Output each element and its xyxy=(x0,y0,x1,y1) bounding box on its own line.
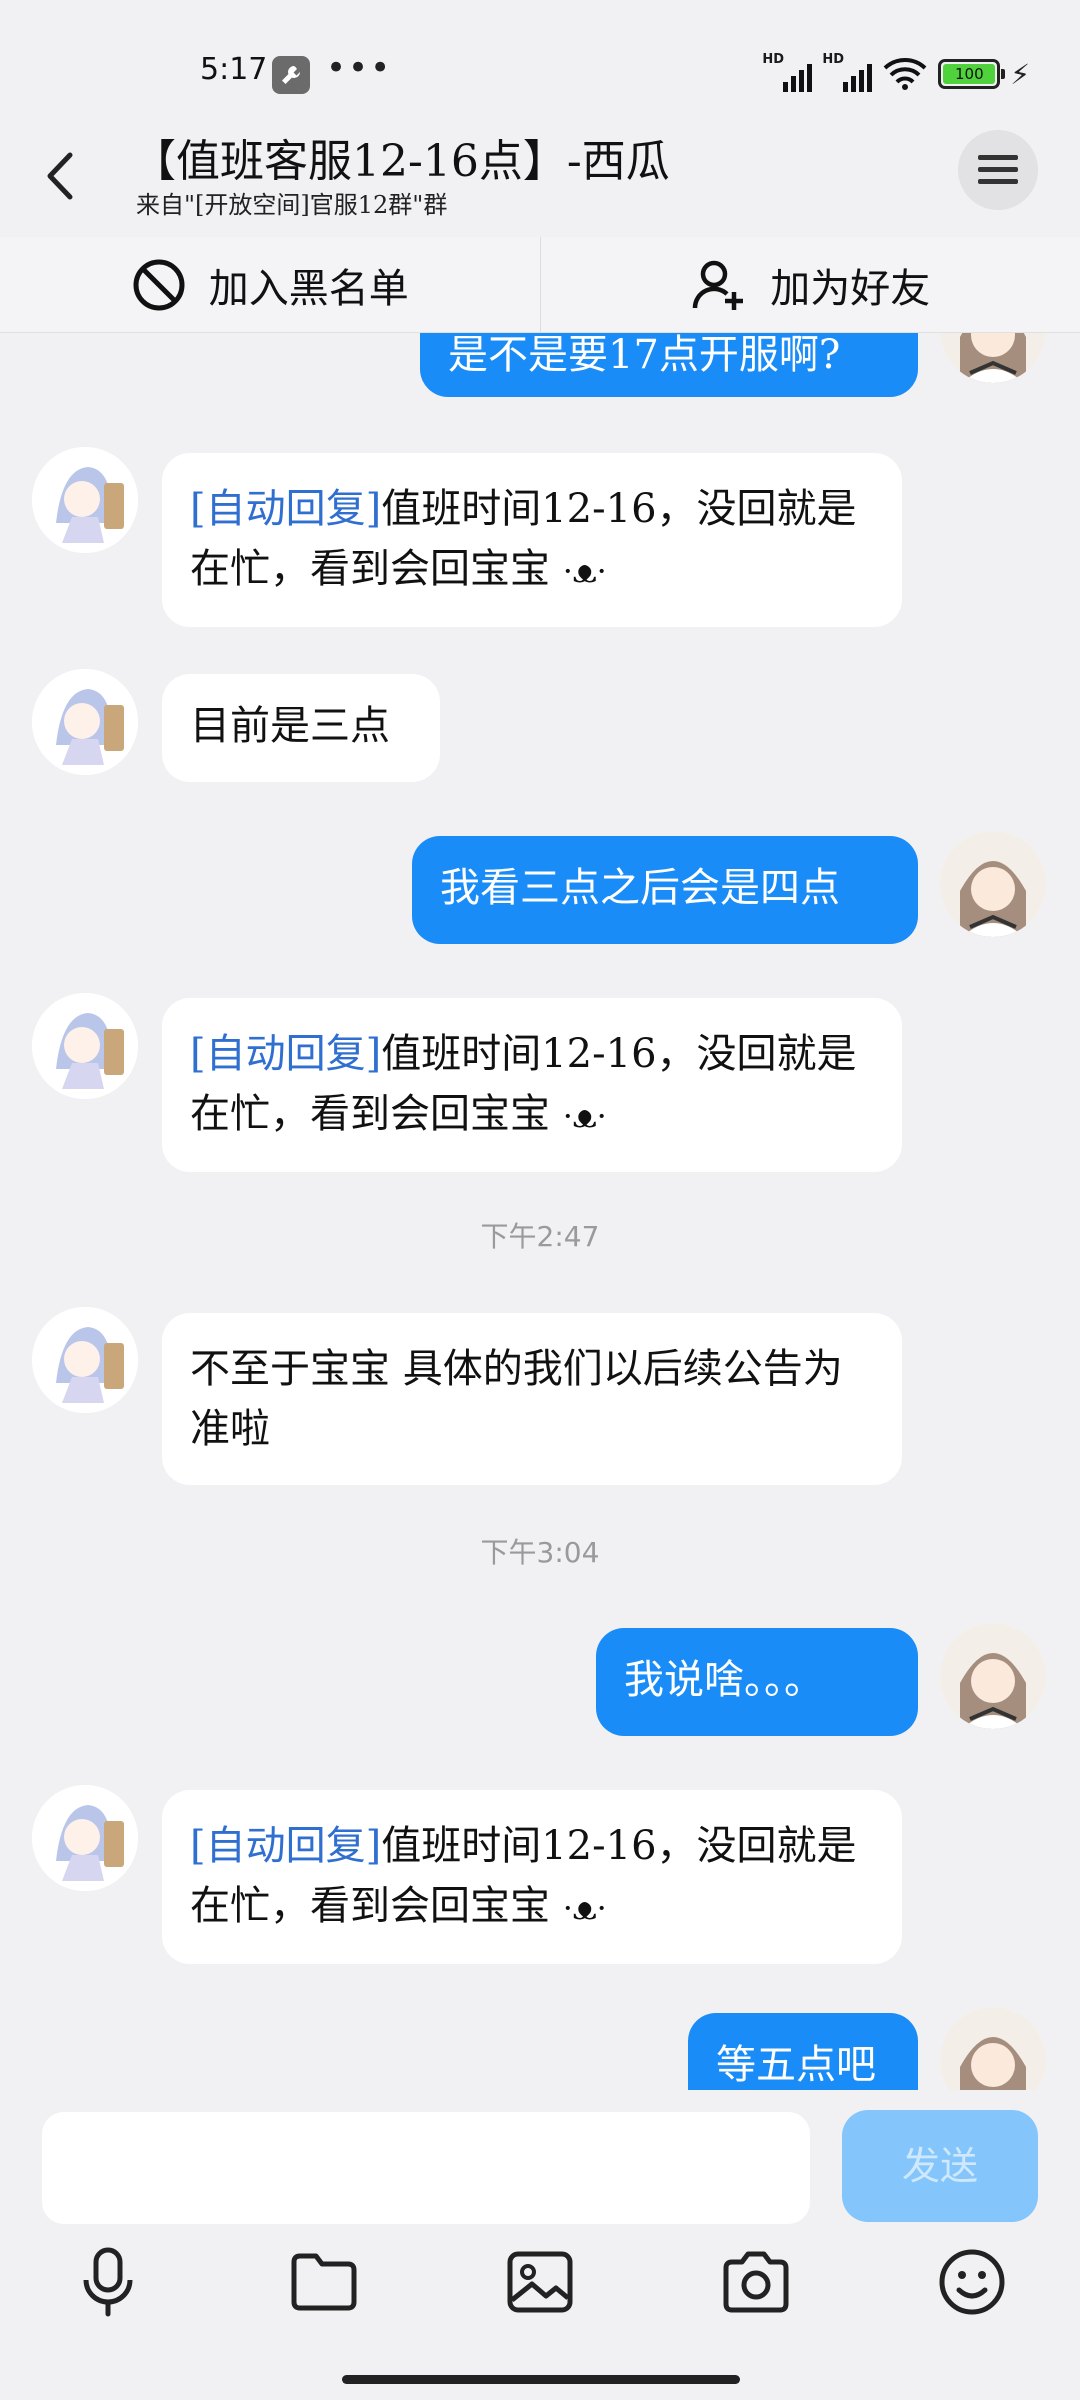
message-timestamp: 下午3:04 xyxy=(480,1536,600,1569)
contact-avatar[interactable] xyxy=(32,669,138,775)
battery-level: 100 xyxy=(943,64,996,84)
message-text: 目前是三点 xyxy=(190,703,390,749)
emoji: ·ᴥ· xyxy=(562,552,607,590)
contact-avatar[interactable] xyxy=(32,1785,138,1891)
home-indicator[interactable] xyxy=(342,2375,740,2384)
back-button[interactable] xyxy=(36,141,86,211)
emoji-button[interactable] xyxy=(932,2242,1012,2322)
message-timestamp: 下午2:47 xyxy=(480,1220,600,1253)
auto-reply-tag: [自动回复] xyxy=(190,1031,382,1077)
message-bubble-outgoing[interactable]: 等五点吧 xyxy=(688,2013,918,2090)
menu-button[interactable] xyxy=(958,130,1038,210)
image-icon xyxy=(507,2251,573,2313)
add-friend-label: 加为好友 xyxy=(770,265,931,312)
wrench-icon xyxy=(272,56,310,94)
message-input[interactable] xyxy=(42,2112,810,2224)
status-icons: HD HD 100 ⚡ xyxy=(762,52,1030,94)
chat-subtitle: 来自"[开放空间]官服12群"群 xyxy=(136,191,448,219)
message-bubble-incoming[interactable]: 不至于宝宝 具体的我们以后续公告为准啦 xyxy=(162,1313,902,1485)
contact-avatar[interactable] xyxy=(32,1307,138,1413)
battery-icon: 100 xyxy=(938,59,1006,89)
input-toolbar xyxy=(0,2242,1080,2342)
blacklist-label: 加入黑名单 xyxy=(208,265,409,312)
auto-reply-tag: [自动回复] xyxy=(190,486,382,532)
voice-button[interactable] xyxy=(68,2242,148,2322)
my-avatar[interactable] xyxy=(940,1623,1046,1729)
hd-label-2: HD xyxy=(822,52,844,67)
camera-button[interactable] xyxy=(716,2242,796,2322)
hamburger-menu-icon xyxy=(978,155,1018,184)
block-icon xyxy=(133,259,185,310)
message-text: 我看三点之后会是四点 xyxy=(440,865,840,911)
input-area: 发送 xyxy=(0,2090,1080,2400)
emoji: ·ᴥ· xyxy=(562,1889,607,1927)
signal-icon: HD xyxy=(762,52,813,92)
status-time: 5:17 xyxy=(200,52,268,87)
message-bubble-outgoing[interactable]: 我看三点之后会是四点 xyxy=(412,836,918,944)
chevron-left-icon xyxy=(47,152,73,200)
chat-title: 【值班客服12-16点】-西瓜 xyxy=(132,136,670,187)
message-bubble-incoming[interactable]: [自动回复]值班时间12-16，没回就是在忙，看到会回宝宝 ·ᴥ· xyxy=(162,998,902,1172)
auto-reply-tag: [自动回复] xyxy=(190,1823,382,1869)
add-user-icon xyxy=(692,260,744,310)
file-button[interactable] xyxy=(284,2242,364,2322)
add-to-blacklist-button[interactable]: 加入黑名单 xyxy=(0,237,540,332)
image-button[interactable] xyxy=(500,2242,580,2322)
microphone-icon xyxy=(83,2247,133,2317)
hd-label: HD xyxy=(762,52,784,67)
contact-avatar[interactable] xyxy=(32,447,138,553)
emoji: ·ᴥ· xyxy=(562,1097,607,1135)
contact-avatar[interactable] xyxy=(32,993,138,1099)
smiley-icon xyxy=(939,2249,1005,2315)
notification-dots: ••• xyxy=(326,48,393,88)
wifi-icon xyxy=(883,58,927,90)
message-bubble-incoming[interactable]: 目前是三点 xyxy=(162,674,440,782)
chat-header: 【值班客服12-16点】-西瓜 来自"[开放空间]官服12群"群 xyxy=(0,115,1080,235)
folder-icon xyxy=(291,2253,357,2311)
message-text: 是不是要17点开服啊? xyxy=(448,333,841,378)
send-button[interactable]: 发送 xyxy=(842,2110,1038,2222)
message-bubble-outgoing[interactable]: 是不是要17点开服啊? xyxy=(420,333,918,397)
message-text: 等五点吧 xyxy=(716,2042,876,2088)
signal-icon-2: HD xyxy=(822,52,873,92)
charging-icon: ⚡ xyxy=(1010,57,1030,91)
my-avatar[interactable] xyxy=(940,831,1046,937)
message-text: 我说啥。。。 xyxy=(624,1657,824,1703)
add-friend-button[interactable]: 加为好友 xyxy=(539,237,1080,332)
my-avatar[interactable] xyxy=(940,2007,1046,2090)
message-list[interactable]: 是不是要17点开服啊? [自动回复]值班时间12-16，没回就是在忙，看到会回宝… xyxy=(0,333,1080,2090)
camera-icon xyxy=(723,2251,789,2313)
message-text: 不至于宝宝 具体的我们以后续公告为准啦 xyxy=(190,1346,843,1452)
message-bubble-incoming[interactable]: [自动回复]值班时间12-16，没回就是在忙，看到会回宝宝 ·ᴥ· xyxy=(162,453,902,627)
message-bubble-incoming[interactable]: [自动回复]值班时间12-16，没回就是在忙，看到会回宝宝 ·ᴥ· xyxy=(162,1790,902,1964)
action-bar: 加入黑名单 加为好友 xyxy=(0,237,1080,333)
my-avatar[interactable] xyxy=(940,333,1046,383)
message-bubble-outgoing[interactable]: 我说啥。。。 xyxy=(596,1628,918,1736)
